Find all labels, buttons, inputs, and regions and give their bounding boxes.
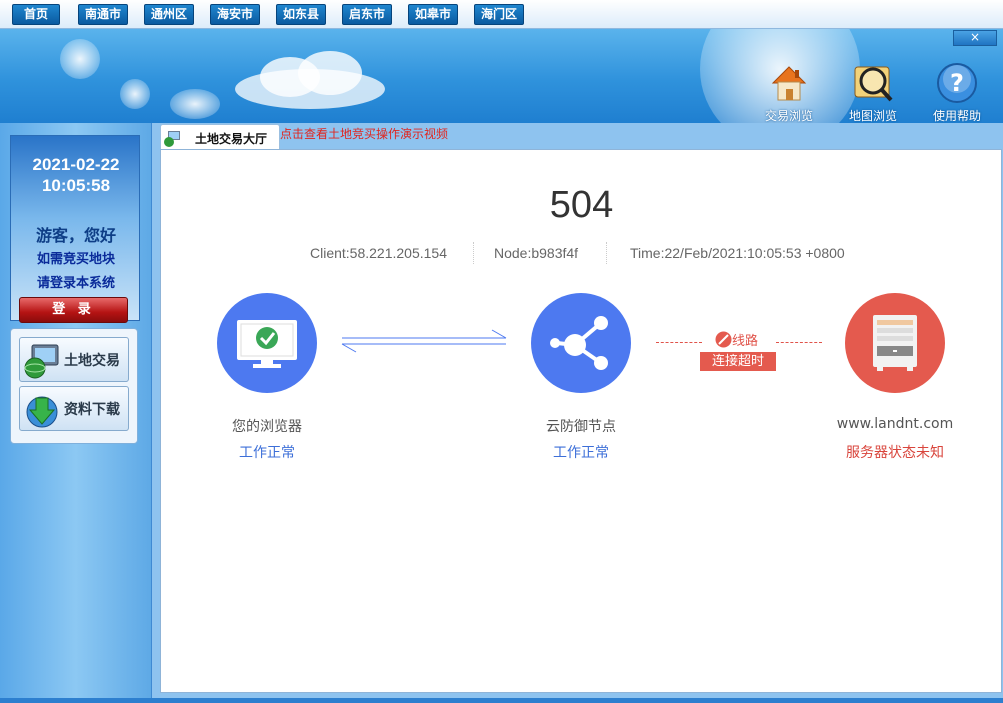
sidebar-item-label: 土地交易: [64, 353, 120, 369]
map-browse-button[interactable]: 地图浏览: [843, 61, 903, 123]
user-info-box: 2021-02-22 10:05:58 游客，您好 如需竞买地块 请登录本系统: [10, 135, 140, 321]
trade-browse-button[interactable]: 交易浏览: [759, 61, 819, 123]
share-nodes-icon: [550, 316, 608, 370]
globe-computer-icon: [164, 131, 180, 147]
current-date: 2021-02-22: [32, 155, 120, 174]
monitor-check-icon: [237, 320, 297, 368]
help-button[interactable]: ? 使用帮助: [927, 61, 987, 123]
sidebar-item-label: 资料下载: [64, 402, 120, 418]
divider: [473, 242, 474, 264]
bottom-bar: [0, 698, 1003, 703]
login-hint-2: 请登录本系统: [36, 276, 115, 291]
trade-browse-label: 交易浏览: [764, 109, 813, 123]
cloud-decoration: [235, 51, 385, 109]
login-button[interactable]: 登 录: [19, 297, 128, 323]
sparkle-decoration: [170, 89, 220, 119]
browser-node-name: 您的浏览器: [232, 419, 302, 435]
help-label: 使用帮助: [932, 109, 981, 123]
sidebar-menu: 土地交易 资料下载: [10, 328, 138, 444]
browser-node-status: 工作正常: [239, 445, 295, 461]
browser-node-circle: [217, 293, 317, 393]
tab-land-trade-hall[interactable]: 土地交易大厅: [160, 124, 280, 150]
cdn-node-status: 工作正常: [553, 445, 609, 461]
server-node-name: www.landnt.com: [836, 416, 954, 432]
bidirectional-arrow-icon: [341, 329, 507, 353]
cdn-node-circle: [531, 293, 631, 393]
server-node-circle: [845, 293, 945, 393]
svg-text:?: ?: [950, 69, 964, 97]
download-globe-icon: [26, 396, 58, 428]
cdn-node-name: 云防御节点: [546, 419, 616, 435]
login-hint-1: 如需竞买地块: [36, 252, 115, 267]
client-ip: Client:58.221.205.154: [310, 245, 447, 261]
request-time: Time:22/Feb/2021:10:05:53 +0800: [630, 245, 845, 261]
error-code: 504: [549, 184, 614, 226]
nav-nantong[interactable]: 南通市: [78, 4, 129, 25]
nav-rudong[interactable]: 如东县: [276, 4, 327, 25]
top-nav-bar: 首页 南通市 通州区 海安市 如东县 启东市 如皋市 海门区: [0, 0, 1003, 29]
sidebar-item-download[interactable]: 资料下载: [19, 386, 129, 431]
node-id: Node:b983f4f: [494, 245, 579, 261]
map-browse-label: 地图浏览: [848, 109, 897, 123]
nav-qidong[interactable]: 启东市: [342, 4, 393, 25]
link-dashed-line: [656, 342, 702, 343]
sparkle-decoration: [120, 79, 150, 109]
sparkle-decoration: [60, 39, 100, 79]
house-icon: [771, 66, 807, 101]
help-icon: ?: [937, 63, 977, 103]
globe-computer-icon: [24, 344, 59, 379]
nav-home[interactable]: 首页: [12, 4, 60, 25]
map-magnifier-icon: [854, 66, 893, 102]
tab-label: 土地交易大厅: [195, 132, 268, 146]
server-icon: [873, 315, 917, 371]
header-banner: × 交易浏览 地图浏览 ? 使用帮助: [0, 29, 1003, 123]
close-button[interactable]: ×: [953, 30, 997, 46]
link-timeout-badge: 连接超时: [700, 352, 776, 371]
nav-haian[interactable]: 海安市: [210, 4, 261, 25]
demo-video-link[interactable]: 点击查看土地竞买操作演示视频: [280, 125, 448, 142]
link-label: 线路: [732, 334, 759, 349]
forbidden-icon: [715, 331, 732, 348]
link-dashed-line: [776, 342, 822, 343]
nav-haimen[interactable]: 海门区: [474, 4, 525, 25]
divider: [606, 242, 607, 264]
server-node-status: 服务器状态未知: [846, 445, 944, 461]
nav-tongzhou[interactable]: 通州区: [144, 4, 195, 25]
sidebar-item-land-trade[interactable]: 土地交易: [19, 337, 129, 382]
nav-rugao[interactable]: 如皋市: [408, 4, 459, 25]
